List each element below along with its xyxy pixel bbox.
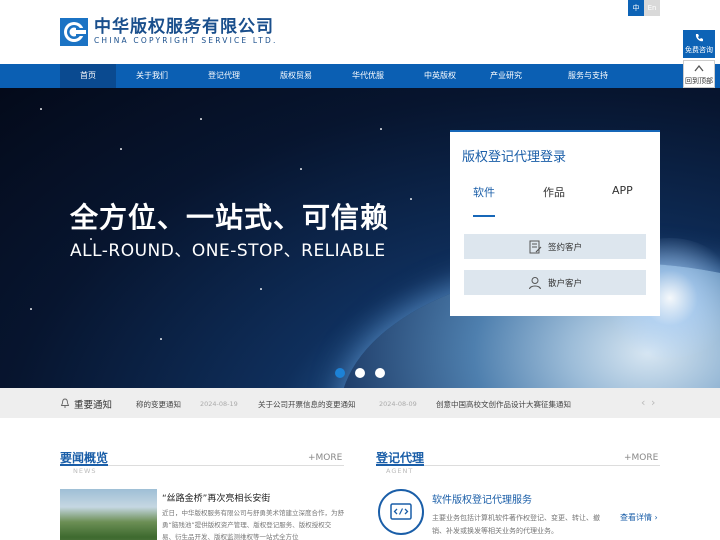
- notice-link-2[interactable]: 关于公司开票信息的变更通知: [258, 399, 356, 410]
- news-more-link[interactable]: +MORE: [308, 453, 342, 463]
- news-divider-accent: [60, 464, 108, 466]
- main-nav: 首页 关于我们 登记代理 版权贸易 华代优服 中英版权 产业研究 服务与支持: [0, 64, 720, 88]
- nav-item-registration[interactable]: 登记代理: [196, 64, 252, 88]
- logo-name-cn: 中华版权服务有限公司: [94, 17, 274, 37]
- logo-text: 中华版权服务有限公司 CHINA COPYRIGHT SERVICE LTD.: [94, 18, 278, 46]
- notice-title: 重要通知: [74, 400, 113, 411]
- totop-label: 回到顶部: [685, 77, 713, 85]
- tab-software[interactable]: 软件: [473, 184, 495, 200]
- arrow-up-icon: [684, 61, 714, 76]
- notice-date-2: 2024-08-09: [379, 400, 417, 408]
- logo-c-icon: [60, 18, 88, 46]
- banner-headline-en: ALL-ROUND、ONE-STOP、RELIABLE: [70, 241, 386, 261]
- lang-en-button[interactable]: En: [644, 0, 660, 16]
- company-logo[interactable]: 中华版权服务有限公司 CHINA COPYRIGHT SERVICE LTD.: [60, 18, 278, 46]
- active-tab-indicator: [473, 215, 495, 217]
- news-headline[interactable]: “丝路金桥”再次亮相长安街: [162, 491, 270, 504]
- signed-client-label: 签约客户: [547, 242, 582, 253]
- consult-label: 免费咨询: [685, 46, 713, 54]
- agent-divider-accent: [376, 464, 424, 466]
- agent-section-subtitle: AGENT: [386, 467, 414, 475]
- back-to-top-button[interactable]: 回到顶部: [683, 60, 715, 88]
- carousel-dot-1[interactable]: [335, 368, 345, 378]
- chevron-right-icon: ›: [654, 513, 658, 522]
- logo-name-en: CHINA COPYRIGHT SERVICE LTD.: [94, 36, 278, 45]
- lang-zh-button[interactable]: 中: [628, 0, 644, 16]
- notice-next-icon[interactable]: ›: [651, 396, 655, 409]
- tab-works[interactable]: 作品: [543, 184, 565, 200]
- nav-item-support[interactable]: 服务与支持: [558, 64, 618, 88]
- free-consult-button[interactable]: 免费咨询: [683, 30, 715, 58]
- nav-item-service[interactable]: 华代优服: [340, 64, 396, 88]
- phone-icon: [683, 30, 715, 45]
- software-registration-title[interactable]: 软件版权登记代理服务: [432, 491, 532, 506]
- notice-link-3[interactable]: 创意中国高校文创作品设计大赛征集通知: [436, 399, 571, 410]
- nav-item-research[interactable]: 产业研究: [478, 64, 534, 88]
- carousel-dot-2[interactable]: [355, 368, 365, 378]
- site-header: 中华版权服务有限公司 CHINA COPYRIGHT SERVICE LTD. …: [0, 0, 720, 64]
- nav-item-home[interactable]: 首页: [60, 64, 116, 88]
- news-thumbnail[interactable]: [60, 489, 157, 540]
- signed-client-login-button[interactable]: 签约客户: [464, 234, 646, 259]
- notice-prev-icon[interactable]: ‹: [641, 396, 645, 409]
- agent-more-link[interactable]: +MORE: [624, 453, 658, 463]
- page: 中华版权服务有限公司 CHINA COPYRIGHT SERVICE LTD. …: [0, 0, 720, 540]
- code-window-icon: [378, 489, 424, 535]
- banner-headline-cn: 全方位、一站式、可信赖: [70, 201, 390, 234]
- view-details-label: 查看详情: [620, 513, 652, 522]
- user-icon: [528, 276, 541, 289]
- software-registration-desc: 主要业务包括计算机软件著作权登记、变更、转让、撤销、补发或换发等相关业务的代理业…: [432, 514, 600, 535]
- notice-link-1[interactable]: 称的变更通知: [136, 399, 181, 410]
- notice-date-1: 2024-08-19: [200, 400, 238, 408]
- tab-app[interactable]: APP: [612, 184, 633, 197]
- nav-item-sino-uk[interactable]: 中英版权: [412, 64, 468, 88]
- login-title: 版权登记代理登录: [462, 150, 567, 165]
- notice-bar: 重要通知 称的变更通知 2024-08-19 关于公司开票信息的变更通知 202…: [0, 388, 720, 418]
- document-edit-icon: [529, 240, 542, 253]
- guest-client-label: 散户客户: [547, 278, 582, 289]
- bell-icon: [60, 398, 70, 408]
- guest-client-login-button[interactable]: 散户客户: [464, 270, 646, 295]
- nav-item-about[interactable]: 关于我们: [124, 64, 180, 88]
- news-section-subtitle: NEWS: [73, 467, 97, 475]
- nav-item-trade[interactable]: 版权贸易: [268, 64, 324, 88]
- login-card: 版权登记代理登录 软件 作品 APP 签约客户 散户客户: [450, 130, 660, 316]
- carousel-dot-3[interactable]: [375, 368, 385, 378]
- news-summary: 近日，中华版权服务有限公司与舒勇美术馆建立深度合作，为舒勇“脑残池”提供版权资产…: [162, 509, 344, 540]
- view-details-link[interactable]: 查看详情 ›: [620, 512, 658, 523]
